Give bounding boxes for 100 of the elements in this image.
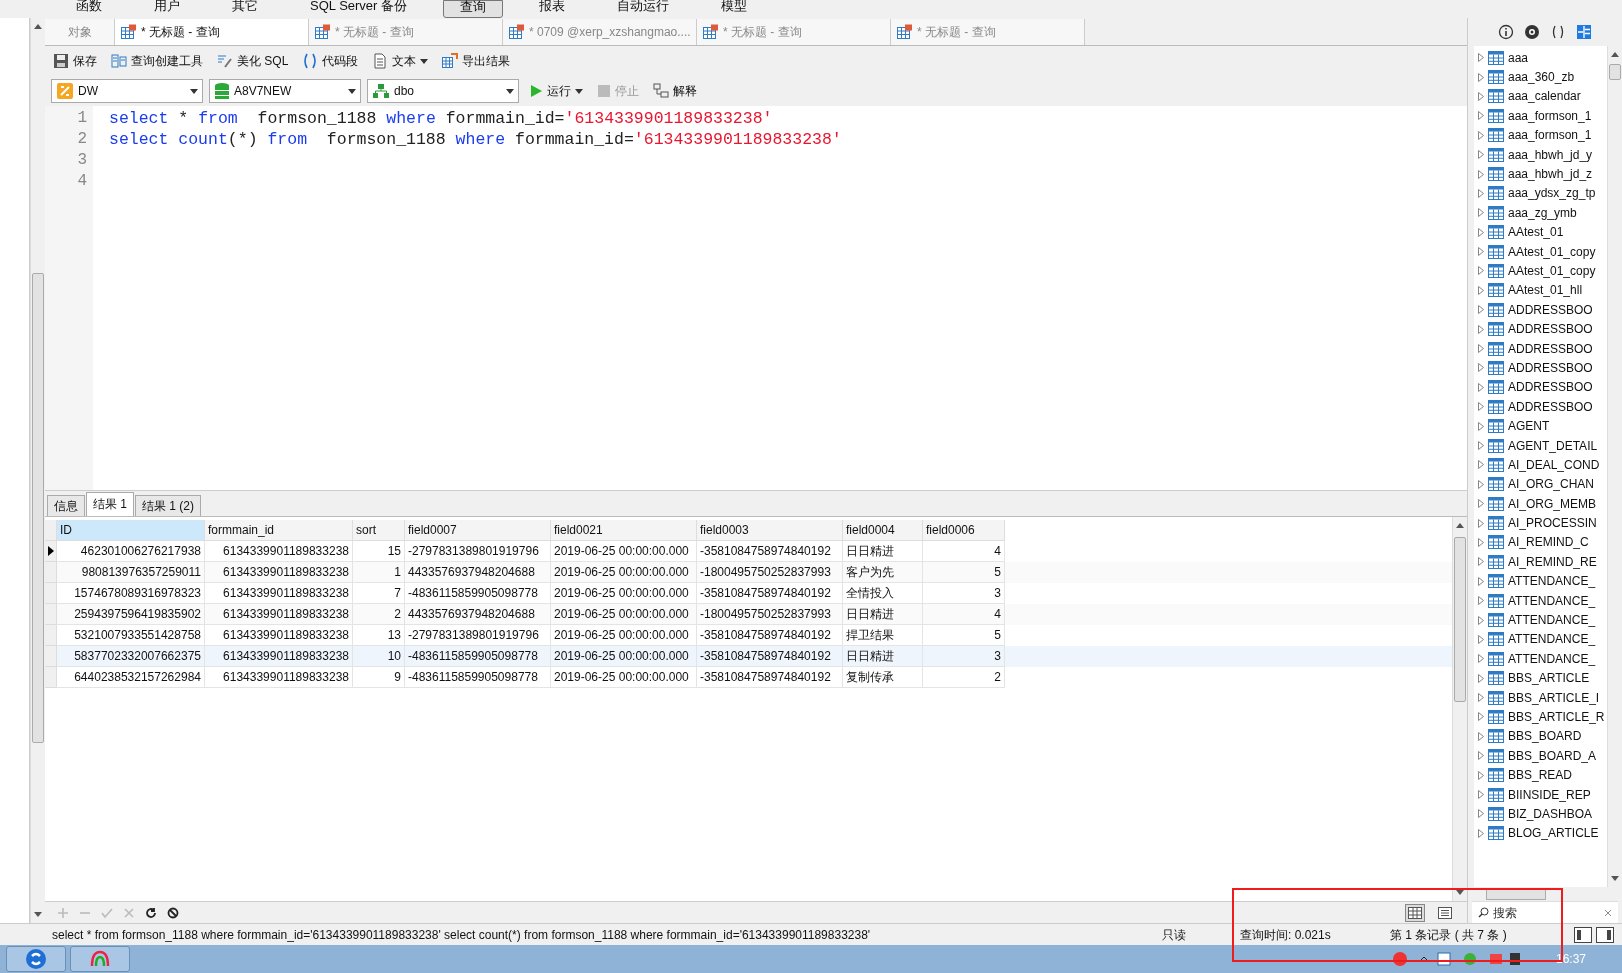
tree-item[interactable]: AI_ORG_CHAN [1474,474,1607,494]
selector-dropdown[interactable]: DW [51,79,203,103]
menu-tab[interactable]: 函数 [60,0,118,18]
scroll-up-icon[interactable] [1611,52,1619,57]
tree-item[interactable]: BIINSIDE_REP [1474,784,1607,805]
tree-item[interactable]: ATTENDANCE_ [1474,571,1607,591]
column-header[interactable]: ID [57,520,205,541]
document-tab[interactable]: * 无标题 - 查询 [115,19,309,45]
scroll-down-icon[interactable] [34,912,42,917]
tree-item[interactable]: ATTENDANCE_ [1474,590,1607,611]
tree-item[interactable]: AAtest_01_copy [1474,241,1607,262]
info-icon[interactable] [1498,24,1514,40]
menu-tab[interactable]: 报表 [523,0,582,18]
tree-item[interactable]: AAtest_01 [1474,222,1607,242]
scroll-up-icon[interactable] [1456,523,1464,528]
search-field[interactable]: 搜索 [1472,901,1618,923]
toolbar-button[interactable]: 美化 SQL [215,49,291,73]
expand-icon[interactable] [1478,441,1484,450]
eye-icon[interactable] [1524,24,1540,40]
sql-editor[interactable]: 1 2 3 4 select * from formson_1188 where formmain_id='6134339901189833238' select count(*) from formson_1188 where formmain_id='6134339901189833238' [45,106,1467,491]
tree-item[interactable]: aaa_zg_ymb [1474,203,1607,223]
tree-item[interactable]: aaa_formson_1 [1474,106,1607,126]
tree-item[interactable]: ADDRESSBOO [1474,338,1607,359]
scrollbar-thumb[interactable] [1454,537,1466,702]
tree-item[interactable]: ADDRESSBOO [1474,319,1607,339]
tree-item[interactable]: AAtest_01_hll [1474,280,1607,301]
scroll-down-icon[interactable] [1456,890,1464,895]
cancel-icon[interactable] [167,906,179,919]
tree-item[interactable]: aaa [1474,48,1607,68]
selector-dropdown[interactable]: dbo [367,79,519,103]
tree-item[interactable]: AI_PROCESSIN [1474,513,1607,533]
tree-item[interactable]: ADDRESSBOO [1474,300,1607,320]
panel-right-icon[interactable] [1596,926,1614,943]
scrollbar-thumb[interactable] [32,273,44,743]
tree-item[interactable]: AI_ORG_MEMB [1474,494,1607,514]
scrollbar-thumb[interactable] [1609,64,1621,80]
column-header[interactable]: sort [353,520,405,541]
document-tab[interactable]: * 无标题 - 查询 [309,19,503,45]
tree-item[interactable]: AI_DEAL_COND [1474,455,1607,475]
row-marker[interactable] [45,562,57,583]
table-row[interactable]: 5837702332007662375 6134339901189833238 10 -4836115859905098778 2019-06-25 00:00:00.000 -3581084758974840192 日日精进 3 [45,646,1452,667]
tree-item[interactable]: BIZ_DASHBOA [1474,804,1607,824]
tree-item[interactable]: ATTENDANCE_ [1474,649,1607,669]
taskbar-app-button[interactable] [70,946,130,972]
tree-item[interactable]: aaa_formson_1 [1474,125,1607,145]
menu-tab[interactable]: 自动运行 [601,0,686,18]
table-row[interactable]: 2594397596419835902 6134339901189833238 2 4433576937948204688 2019-06-25 00:00:00.000 -1800495750252837993 日日精进 4 [45,604,1452,625]
scroll-down-icon[interactable] [1611,876,1619,881]
column-header[interactable]: field0003 [697,520,843,541]
selector-dropdown[interactable]: A8V7NEW [209,79,361,103]
tree-item[interactable]: BBS_ARTICLE_R [1474,707,1607,727]
table-row[interactable]: 980813976357259011 6134339901189833238 1 4433576937948204688 2019-06-25 00:00:00.000 -1800495750252837993 客户为先 5 [45,562,1452,583]
tree-item[interactable]: AI_REMIND_RE [1474,552,1607,572]
search-input[interactable]: 搜索 [1493,903,1600,922]
tree-item[interactable]: ADDRESSBOO [1474,358,1607,378]
tree-item[interactable]: aaa_360_zb [1474,67,1607,87]
grid-view-button[interactable] [1405,903,1425,922]
action-button[interactable]: 运行 [525,79,587,103]
document-tab[interactable]: * 无标题 - 查询 [891,19,1085,45]
parentheses-icon[interactable] [1550,24,1566,40]
toolbar-button[interactable]: 文本 [370,49,431,73]
tree-item[interactable]: AI_REMIND_C [1474,532,1607,553]
column-header[interactable]: formmain_id [205,520,353,541]
tree-item[interactable]: aaa_hbwh_jd_y [1474,144,1607,165]
row-marker[interactable] [45,667,57,688]
row-marker[interactable] [45,541,57,562]
row-marker[interactable] [45,604,57,625]
document-tab[interactable]: 对象 [45,19,115,45]
menu-tab[interactable]: 模型 [705,0,764,18]
scroll-up-icon[interactable] [34,24,42,29]
tree-item[interactable]: AAtest_01_copy [1474,261,1607,281]
toolbar-button[interactable]: 代码段 [300,49,361,73]
menu-tab[interactable]: SQL Server 备份 [294,0,424,18]
toolbar-button[interactable]: 保存 [51,49,99,73]
layout-icon[interactable] [1576,24,1592,40]
tree-item[interactable]: BBS_BOARD_A [1474,746,1607,766]
tree-item[interactable]: BLOG_ARTICLE [1474,823,1607,843]
tree-item[interactable]: BBS_BOARD [1474,726,1607,747]
toolbar-button[interactable]: 导出结果 [440,49,513,73]
tree-item[interactable]: AGENT_DETAIL [1474,435,1607,456]
menu-tab[interactable]: 查询 [443,0,504,18]
clear-icon[interactable] [1604,908,1612,917]
document-tab[interactable]: * 无标题 - 查询 [697,19,891,45]
tree-item[interactable]: aaa_ydsx_zg_tp [1474,183,1607,204]
column-header[interactable]: field0006 [923,520,1005,541]
vertical-scrollbar[interactable] [30,18,45,923]
tree-item[interactable]: aaa_calendar [1474,86,1607,107]
tree-item[interactable]: BBS_ARTICLE [1474,668,1607,688]
tree-item[interactable]: BBS_READ [1474,765,1607,785]
row-marker[interactable] [45,646,57,667]
tree-item[interactable]: BBS_ARTICLE_I [1474,687,1607,708]
row-marker[interactable] [45,583,57,604]
panel-left-icon[interactable] [1574,926,1592,943]
column-header[interactable]: field0004 [843,520,923,541]
toolbar-button[interactable]: 查询创建工具 [109,49,205,73]
tree-item[interactable]: aaa_hbwh_jd_z [1474,164,1607,184]
tree-item[interactable]: ATTENDANCE_ [1474,629,1607,650]
vertical-scrollbar[interactable] [1452,517,1467,901]
result-tab[interactable]: 结果 1 [86,492,134,516]
tree-item[interactable]: ADDRESSBOO [1474,397,1607,417]
